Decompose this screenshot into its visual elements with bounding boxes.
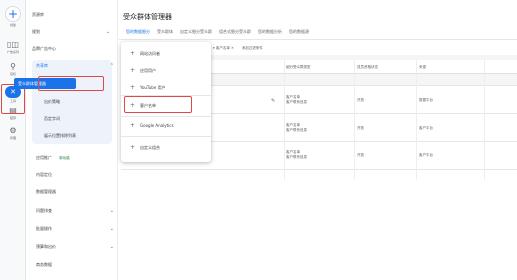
highlight-box-customer-list (124, 96, 192, 113)
cell-segment-type: 客户名单 客户联系信息 (286, 123, 307, 132)
create-item[interactable]: + 创建 (0, 6, 26, 27)
sidebar-item-data-manager[interactable]: 数据管理器 (36, 187, 114, 197)
tab-divider (119, 39, 517, 40)
sidebar-item-bulk-actions[interactable]: 批量操作 ⌄ (36, 224, 114, 234)
new-badge: 新功能 (59, 156, 70, 160)
column-divider (484, 60, 485, 180)
admin-icon: ⚙ (9, 126, 17, 135)
chart-icon: ▯◫ (7, 40, 19, 49)
sidebar-item-shared-library[interactable]: 共享库 ⌃ (36, 61, 114, 71)
page-title: 受众群体管理器 (123, 13, 172, 21)
cell-segment-type: 客户名单 客户联系信息 (286, 95, 307, 104)
row-divider (121, 169, 517, 170)
menu-item-label: 网站访问者 (140, 51, 161, 56)
column-divider (354, 60, 355, 180)
sidebar-item-placement-exclusions[interactable]: 展示位置排除列表 (44, 131, 114, 141)
add-filter-link[interactable]: 添加过滤条件 (242, 44, 263, 52)
plus-icon: + (130, 84, 136, 91)
cell-source: 客户平台 (419, 126, 433, 130)
sidebar-label: 品牌广告中心 (32, 46, 56, 51)
chevron-down-icon: ⌄ (109, 244, 114, 250)
rail-label-goals: 目标 (9, 72, 16, 76)
plus-icon: + (130, 67, 136, 74)
sidebar-item-negative-keywords[interactable]: 否定字词 (44, 114, 114, 124)
sidebar-item-library[interactable]: 资源库 (32, 10, 110, 20)
sidebar-label: 规划 (32, 29, 40, 34)
rail-item-goals[interactable]: ⚲ 目标 (0, 62, 26, 76)
cell-segment-type: 客户名单 客户联系信息 (286, 150, 307, 159)
filter-bar: ▾ 客户名单 ✕ 添加过滤条件 (213, 44, 263, 52)
sidebar-item-troubleshooting[interactable]: 问题排查 ⌄ (36, 206, 114, 216)
cell-source: 客户平台 (419, 153, 433, 157)
nav-rail: + 创建 ▯◫ 广告系列 ⚲ 目标 ✕ 工具 ▤ 结算 ⚙ 管理 (0, 0, 26, 280)
menu-item-app-users[interactable]: + 应用用户 (130, 66, 208, 76)
chevron-down-icon: ⌄ (109, 226, 114, 232)
plus-icon: + (130, 50, 136, 57)
sidebar-label: 共享库 (36, 63, 48, 68)
rail-label-billing: 结算 (9, 116, 16, 120)
menu-item-custom-combination[interactable]: + 自定义组合 (130, 143, 208, 153)
menu-item-label: Google Analytics (140, 123, 174, 128)
target-icon: ⚲ (10, 62, 16, 71)
filter-chip-customer-list[interactable]: ▾ 客户名单 ✕ (213, 44, 234, 52)
plus-icon: + (130, 144, 136, 151)
sidebar-label: 内容定位 (36, 172, 52, 177)
cell-source: 数据平台 (419, 98, 433, 102)
column-header-membership-status[interactable]: 成员资格状态 (357, 60, 378, 74)
sidebar-item-planning[interactable]: 规划 ⌄ (32, 27, 110, 37)
sidebar-item-app-promo[interactable]: 应用推广 新功能 (36, 153, 114, 163)
edit-pencil-icon[interactable]: ✎ (271, 98, 275, 104)
sidebar-item-business-data[interactable]: 商务数据 (36, 260, 114, 270)
sidebar-item-bid-strategies[interactable]: 出价策略 (44, 97, 114, 107)
menu-item-google-analytics[interactable]: + Google Analytics (130, 121, 208, 131)
column-divider (284, 60, 285, 180)
rail-item-campaigns[interactable]: ▯◫ 广告系列 (0, 40, 26, 54)
sidebar-label: 预算和出价 (36, 244, 56, 249)
sidebar-item-content-targeting[interactable]: 内容定位 (36, 170, 114, 180)
column-header-source[interactable]: 来源 (419, 60, 426, 74)
sidebar-item-budgets-bids[interactable]: 预算和出价 ⌄ (36, 242, 114, 252)
column-header-segment-type[interactable]: 细分受众群类型 (286, 60, 311, 74)
create-plus-icon[interactable]: + (5, 6, 21, 22)
chevron-down-icon: ⌄ (109, 208, 114, 214)
chevron-up-icon: ⌃ (109, 63, 114, 69)
sidebar-item-brand-center[interactable]: 品牌广告中心 (32, 44, 110, 54)
rail-label-campaigns: 广告系列 (6, 50, 19, 54)
menu-item-label: 自定义组合 (140, 145, 161, 150)
sidebar-label: 问题排查 (36, 208, 52, 213)
cell-membership-status: 开放 (357, 98, 364, 102)
menu-item-label: 应用用户 (140, 68, 157, 73)
menu-divider (121, 136, 211, 137)
sidebar-label: 资源库 (32, 12, 44, 17)
sidebar-label: 商务数据 (36, 262, 52, 267)
menu-item-website-visitors[interactable]: + 网站访问者 (130, 49, 208, 59)
menu-item-youtube-users[interactable]: + YouTube 用户 (130, 83, 208, 93)
sidebar-label: 批量操作 (36, 226, 52, 231)
highlight-box-audience-manager (38, 76, 104, 91)
cell-membership-status: 开放 (357, 153, 364, 157)
sidebar-label: 数据管理器 (36, 189, 56, 194)
sidebar-label: 应用推广 (36, 155, 52, 160)
menu-divider (121, 116, 211, 117)
create-label: 创建 (9, 23, 16, 27)
column-divider (416, 60, 417, 180)
menu-item-label: YouTube 用户 (140, 85, 166, 90)
plus-icon: + (130, 122, 136, 129)
rail-label-admin: 管理 (9, 136, 16, 140)
rail-item-admin[interactable]: ⚙ 管理 (0, 126, 26, 140)
cell-membership-status: 开放 (357, 126, 364, 130)
chevron-down-icon: ⌄ (105, 29, 110, 35)
